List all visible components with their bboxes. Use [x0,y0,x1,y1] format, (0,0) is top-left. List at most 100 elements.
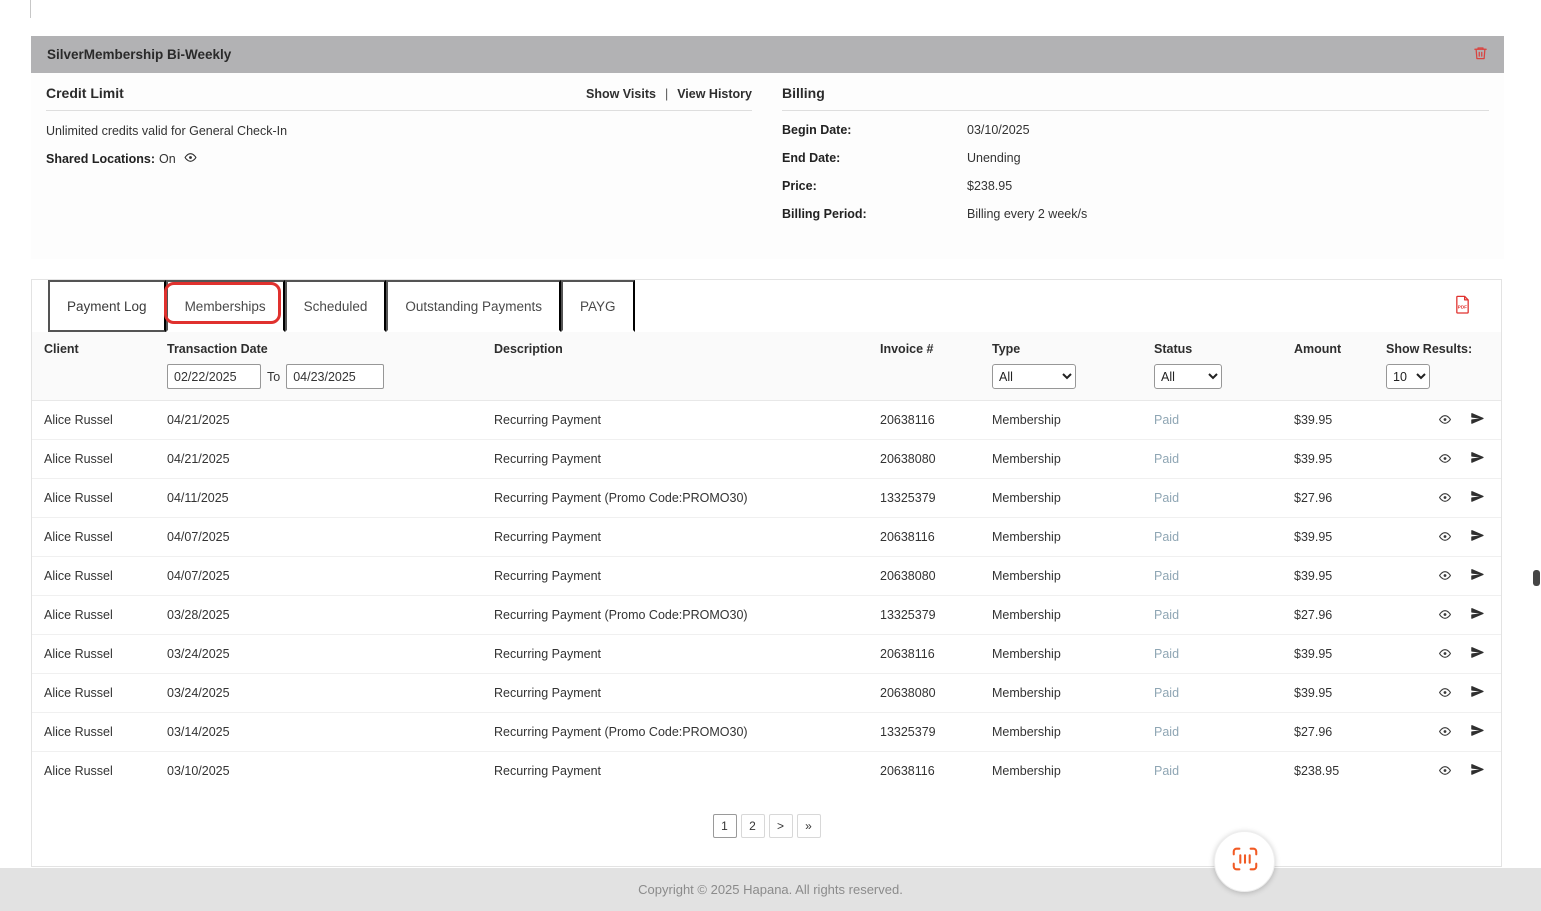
cell-client: Alice Russel [32,557,160,596]
status-filter-select[interactable]: All [1154,364,1222,389]
date-to-input[interactable] [286,364,384,389]
payment-row: Alice Russel 03/24/2025 Recurring Paymen… [32,635,1501,674]
view-payment-button[interactable] [1437,725,1453,741]
cell-amount: $238.95 [1287,752,1379,791]
send-receipt-button[interactable] [1470,645,1485,663]
type-filter-select[interactable]: All [992,364,1076,389]
tab-scheduled[interactable]: Scheduled [285,280,387,332]
payment-status-link[interactable]: Paid [1147,479,1287,518]
cell-type: Membership [985,596,1147,635]
cell-description: Recurring Payment (Promo Code:PROMO30) [487,713,873,752]
cell-type: Membership [985,479,1147,518]
send-receipt-button[interactable] [1470,450,1485,468]
cell-invoice-number: 20638080 [873,440,985,479]
table-header-row: Client Transaction Date To Description I… [32,332,1501,401]
tab-payment-log[interactable]: Payment Log [48,280,166,332]
pdf-icon: PDF [1454,295,1471,317]
cell-type: Membership [985,752,1147,791]
send-receipt-button[interactable] [1470,723,1485,741]
cell-invoice-number: 13325379 [873,713,985,752]
cell-invoice-number: 20638116 [873,518,985,557]
tab-payg[interactable]: PAYG [561,280,635,332]
send-receipt-button[interactable] [1470,684,1485,702]
cell-client: Alice Russel [32,752,160,791]
tab-outstanding-payments[interactable]: Outstanding Payments [386,280,561,332]
send-receipt-button[interactable] [1470,762,1485,780]
payment-status-link[interactable]: Paid [1147,596,1287,635]
pagination-page-2-button[interactable]: 2 [741,814,765,838]
cell-client: Alice Russel [32,479,160,518]
view-payment-button[interactable] [1437,608,1453,624]
trash-icon [1473,45,1488,64]
payment-status-link[interactable]: Paid [1147,401,1287,440]
scrollbar-thumb[interactable] [1533,570,1540,586]
view-payment-button[interactable] [1437,647,1453,663]
column-header-client: Client [44,342,153,357]
view-payment-button[interactable] [1437,452,1453,468]
view-payment-button[interactable] [1437,686,1453,702]
column-header-description: Description [494,342,866,357]
view-payment-button[interactable] [1437,569,1453,585]
credit-limit-heading: Credit Limit [46,85,124,101]
view-payment-button[interactable] [1437,491,1453,507]
view-payment-button[interactable] [1437,764,1453,780]
pagination-page-1-button[interactable]: 1 [713,814,737,838]
view-payment-button[interactable] [1437,413,1453,429]
footer: Copyright © 2025 Hapana. All rights rese… [0,868,1541,911]
billing-row: Price:$238.95 [782,179,1489,194]
billing-row: End Date:Unending [782,151,1489,166]
cell-transaction-date: 03/14/2025 [160,713,487,752]
membership-card-body: Credit Limit Show Visits|View History Un… [31,73,1504,259]
payment-status-link[interactable]: Paid [1147,557,1287,596]
send-receipt-button[interactable] [1470,567,1485,585]
column-header-show-results: Show Results: [1386,342,1494,357]
credit-limit-section: Credit Limit Show Visits|View History Un… [46,85,752,235]
cell-amount: $39.95 [1287,440,1379,479]
billing-label: End Date: [782,151,967,166]
send-receipt-button[interactable] [1470,411,1485,429]
view-payment-button[interactable] [1437,530,1453,546]
page-edge-line [30,0,31,18]
view-history-link[interactable]: View History [677,87,752,101]
send-receipt-button[interactable] [1470,528,1485,546]
pagination-last-button[interactable]: » [797,814,821,838]
membership-card: SilverMembership Bi-Weekly Credit Limit … [31,36,1504,259]
delete-membership-button[interactable] [1473,45,1488,64]
cell-transaction-date: 04/21/2025 [160,401,487,440]
payment-status-link[interactable]: Paid [1147,713,1287,752]
show-visits-link[interactable]: Show Visits [586,87,656,101]
cell-amount: $39.95 [1287,557,1379,596]
cell-transaction-date: 03/24/2025 [160,635,487,674]
show-results-select[interactable]: 10 [1386,364,1430,389]
payment-status-link[interactable]: Paid [1147,752,1287,791]
cell-transaction-date: 03/28/2025 [160,596,487,635]
cell-type: Membership [985,401,1147,440]
send-receipt-button[interactable] [1470,489,1485,507]
billing-rows: Begin Date:03/10/2025End Date:UnendingPr… [782,123,1489,222]
send-receipt-button[interactable] [1470,606,1485,624]
date-from-input[interactable] [167,364,261,389]
copyright-text: Copyright © 2025 Hapana. All rights rese… [638,882,903,897]
payment-status-link[interactable]: Paid [1147,635,1287,674]
payment-status-link[interactable]: Paid [1147,674,1287,713]
paper-plane-icon [1470,528,1485,546]
cell-transaction-date: 04/21/2025 [160,440,487,479]
cell-invoice-number: 13325379 [873,596,985,635]
membership-title: SilverMembership Bi-Weekly [47,47,231,62]
payment-row: Alice Russel 03/24/2025 Recurring Paymen… [32,674,1501,713]
cell-amount: $39.95 [1287,635,1379,674]
pagination-next-button[interactable]: > [769,814,793,838]
cell-type: Membership [985,674,1147,713]
shared-locations-eye-icon[interactable] [183,151,198,167]
barcode-scan-button[interactable] [1214,831,1275,892]
cell-invoice-number: 20638080 [873,557,985,596]
tab-memberships[interactable]: Memberships [166,280,285,332]
payment-status-link[interactable]: Paid [1147,440,1287,479]
payment-row: Alice Russel 03/10/2025 Recurring Paymen… [32,752,1501,791]
payment-row: Alice Russel 03/14/2025 Recurring Paymen… [32,713,1501,752]
credit-limit-description: Unlimited credits valid for General Chec… [46,124,752,138]
pdf-export-button[interactable]: PDF [1454,295,1471,317]
cell-invoice-number: 13325379 [873,479,985,518]
payment-status-link[interactable]: Paid [1147,518,1287,557]
cell-transaction-date: 03/24/2025 [160,674,487,713]
